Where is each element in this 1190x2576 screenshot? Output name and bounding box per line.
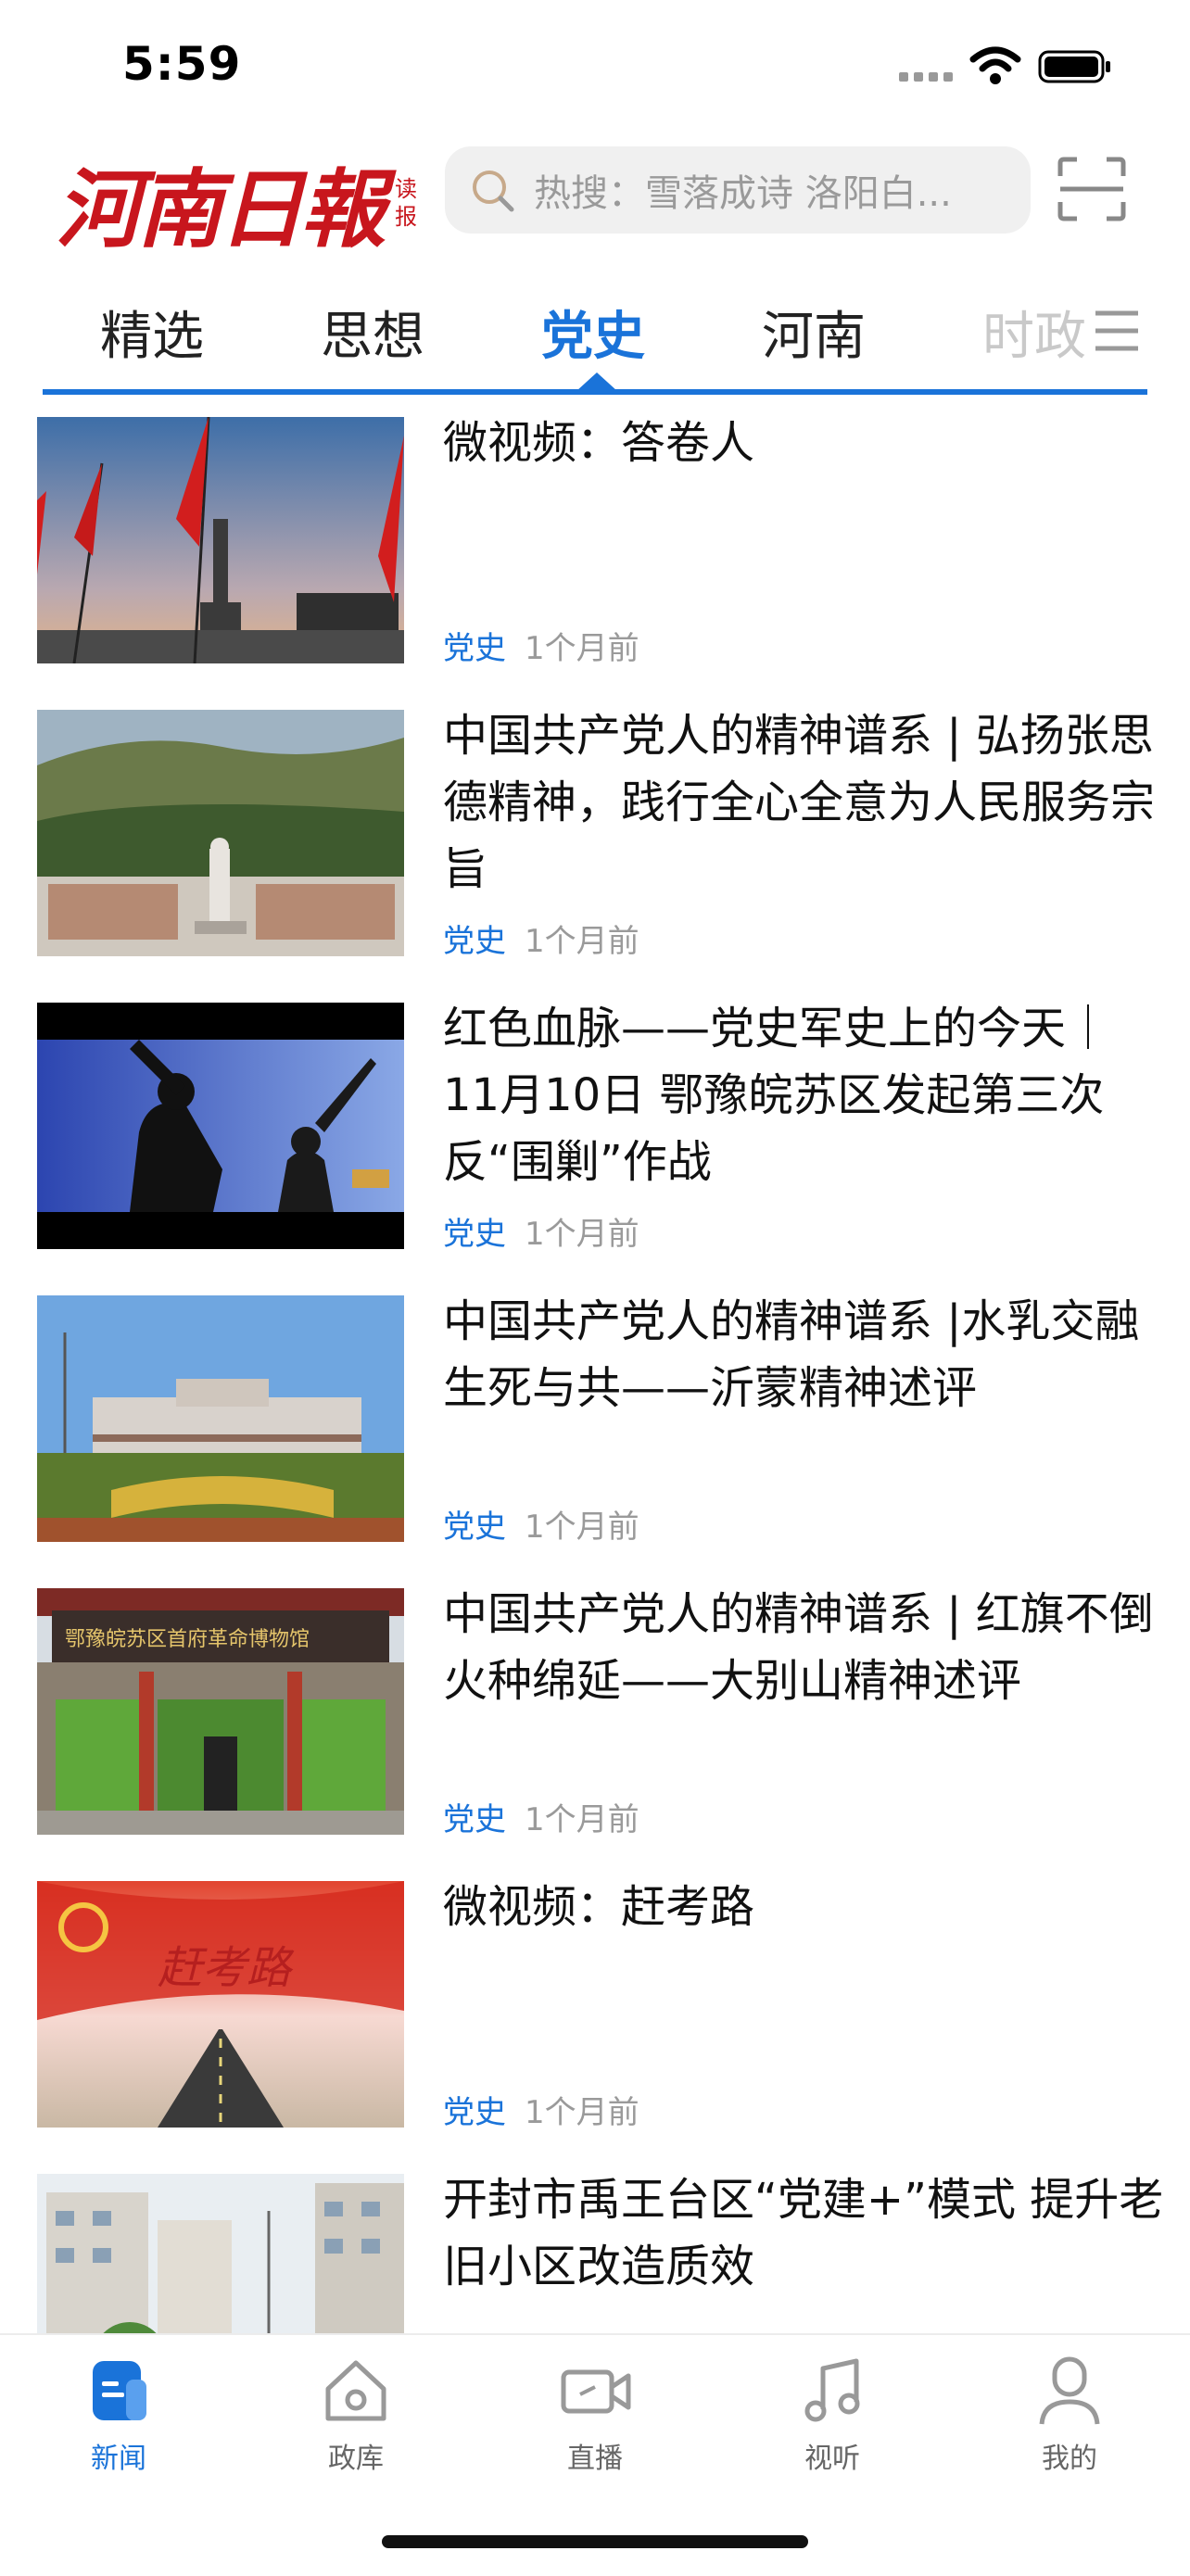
battery-icon <box>1038 50 1110 83</box>
tab-shizheng[interactable]: 时政 <box>982 295 1086 370</box>
cellular-signal-icon <box>899 72 953 82</box>
article-thumbnail <box>37 1003 404 1249</box>
article-title: 中国共产党人的精神谱系 | 红旗不倒 火种绵延——大别山精神述评 <box>443 1588 1154 1707</box>
article-meta: 党史 1个月前 <box>443 915 639 961</box>
nav-news[interactable]: 新闻 <box>44 2354 193 2476</box>
search-bar[interactable]: 热搜：雪落成诗 洛阳白... <box>445 146 1031 234</box>
tab-indicator-line <box>43 389 1147 395</box>
list-item[interactable]: 红色血脉——党史军史上的今天｜11月10日 鄂豫皖苏区发起第三次反“围剿”作战 … <box>37 1003 1158 1253</box>
video-camera-icon <box>561 2369 631 2414</box>
nav-live[interactable]: 直播 <box>521 2354 669 2476</box>
article-title: 红色血脉——党史军史上的今天｜11月10日 鄂豫皖苏区发起第三次反“围剿”作战 <box>443 1003 1111 1188</box>
news-icon <box>93 2361 146 2420</box>
scan-icon[interactable] <box>1057 156 1127 222</box>
list-item[interactable]: 赶考路 微视频：赶考路 党史 1个月前 <box>37 1881 1158 2131</box>
tab-indicator-pointer <box>576 373 617 391</box>
road-title-text: 赶考路 <box>158 1942 295 1994</box>
home-icon <box>325 2360 386 2421</box>
article-tag[interactable]: 党史 <box>443 623 506 668</box>
article-meta: 党史 1个月前 <box>443 1208 639 1254</box>
article-title: 微视频：赶考路 <box>443 1881 755 1933</box>
article-title: 开封市禹王台区“党建+”模式 提升老旧小区改造质效 <box>443 2174 1164 2292</box>
list-item[interactable]: 微视频：答卷人 党史 1个月前 <box>37 417 1158 667</box>
logo-subtitle: 读 报 <box>395 175 418 230</box>
search-icon <box>473 170 514 212</box>
article-time: 1个月前 <box>525 1216 639 1253</box>
home-indicator[interactable] <box>382 2535 808 2548</box>
article-title: 中国共产党人的精神谱系 |水乳交融 生死与共——沂蒙精神述评 <box>443 1295 1140 1414</box>
article-time: 1个月前 <box>525 1509 639 1546</box>
article-time: 1个月前 <box>525 630 639 667</box>
status-time: 5:59 <box>122 37 242 91</box>
logo-title: 河南日報 <box>56 159 386 259</box>
nav-audio[interactable]: 视听 <box>758 2354 906 2476</box>
article-time: 1个月前 <box>525 923 639 960</box>
tab-jingxuan[interactable]: 精选 <box>100 295 204 370</box>
article-thumbnail: 鄂豫皖苏区首府革命博物馆 <box>37 1588 404 1835</box>
music-note-icon <box>804 2358 860 2422</box>
article-tag[interactable]: 党史 <box>443 1208 506 1254</box>
app-logo[interactable]: 河南日報 读 报 <box>56 141 417 264</box>
wifi-icon <box>969 46 1021 84</box>
article-title: 中国共产党人的精神谱系 | 弘扬张思德精神，践行全心全意为人民服务宗旨 <box>443 710 1156 895</box>
category-tabs: 精选 思想 党史 河南 时政 <box>0 269 1190 398</box>
tab-dangshi[interactable]: 党史 <box>541 295 645 370</box>
article-meta: 党史 1个月前 <box>443 1794 639 1839</box>
article-thumbnail <box>37 710 404 956</box>
nav-profile[interactable]: 我的 <box>995 2354 1144 2476</box>
article-title: 微视频：答卷人 <box>443 417 755 469</box>
article-time: 1个月前 <box>525 2094 639 2131</box>
tab-sixiang[interactable]: 思想 <box>321 295 424 370</box>
article-tag[interactable]: 党史 <box>443 915 506 961</box>
article-time: 1个月前 <box>525 1801 639 1838</box>
article-meta: 党史 1个月前 <box>443 623 639 668</box>
status-bar: 5:59 <box>0 0 1190 130</box>
menu-icon[interactable] <box>1092 308 1142 354</box>
article-meta: 党史 1个月前 <box>443 1501 639 1547</box>
user-icon <box>1039 2356 1100 2425</box>
list-item[interactable]: 中国共产党人的精神谱系 |水乳交融 生死与共——沂蒙精神述评 党史 1个月前 <box>37 1295 1158 1546</box>
article-thumbnail <box>37 417 404 663</box>
article-tag[interactable]: 党史 <box>443 1794 506 1839</box>
article-tag[interactable]: 党史 <box>443 2087 506 2132</box>
article-tag[interactable]: 党史 <box>443 1501 506 1547</box>
article-thumbnail <box>37 1295 404 1542</box>
app-header: 河南日報 读 报 热搜：雪落成诗 洛阳白... <box>0 130 1190 259</box>
tab-henan[interactable]: 河南 <box>762 295 866 370</box>
list-item[interactable]: 鄂豫皖苏区首府革命博物馆 中国共产党人的精神谱系 | 红旗不倒 火种绵延——大别… <box>37 1588 1158 1838</box>
search-placeholder: 热搜：雪落成诗 洛阳白... <box>534 172 952 215</box>
article-meta: 党史 1个月前 <box>443 2087 639 2132</box>
nav-zhengku[interactable]: 政库 <box>282 2354 430 2476</box>
hall-sign-text: 鄂豫皖苏区首府革命博物馆 <box>65 1628 310 1651</box>
article-thumbnail: 赶考路 <box>37 1881 404 2128</box>
list-item[interactable]: 中国共产党人的精神谱系 | 弘扬张思德精神，践行全心全意为人民服务宗旨 党史 1… <box>37 710 1158 960</box>
